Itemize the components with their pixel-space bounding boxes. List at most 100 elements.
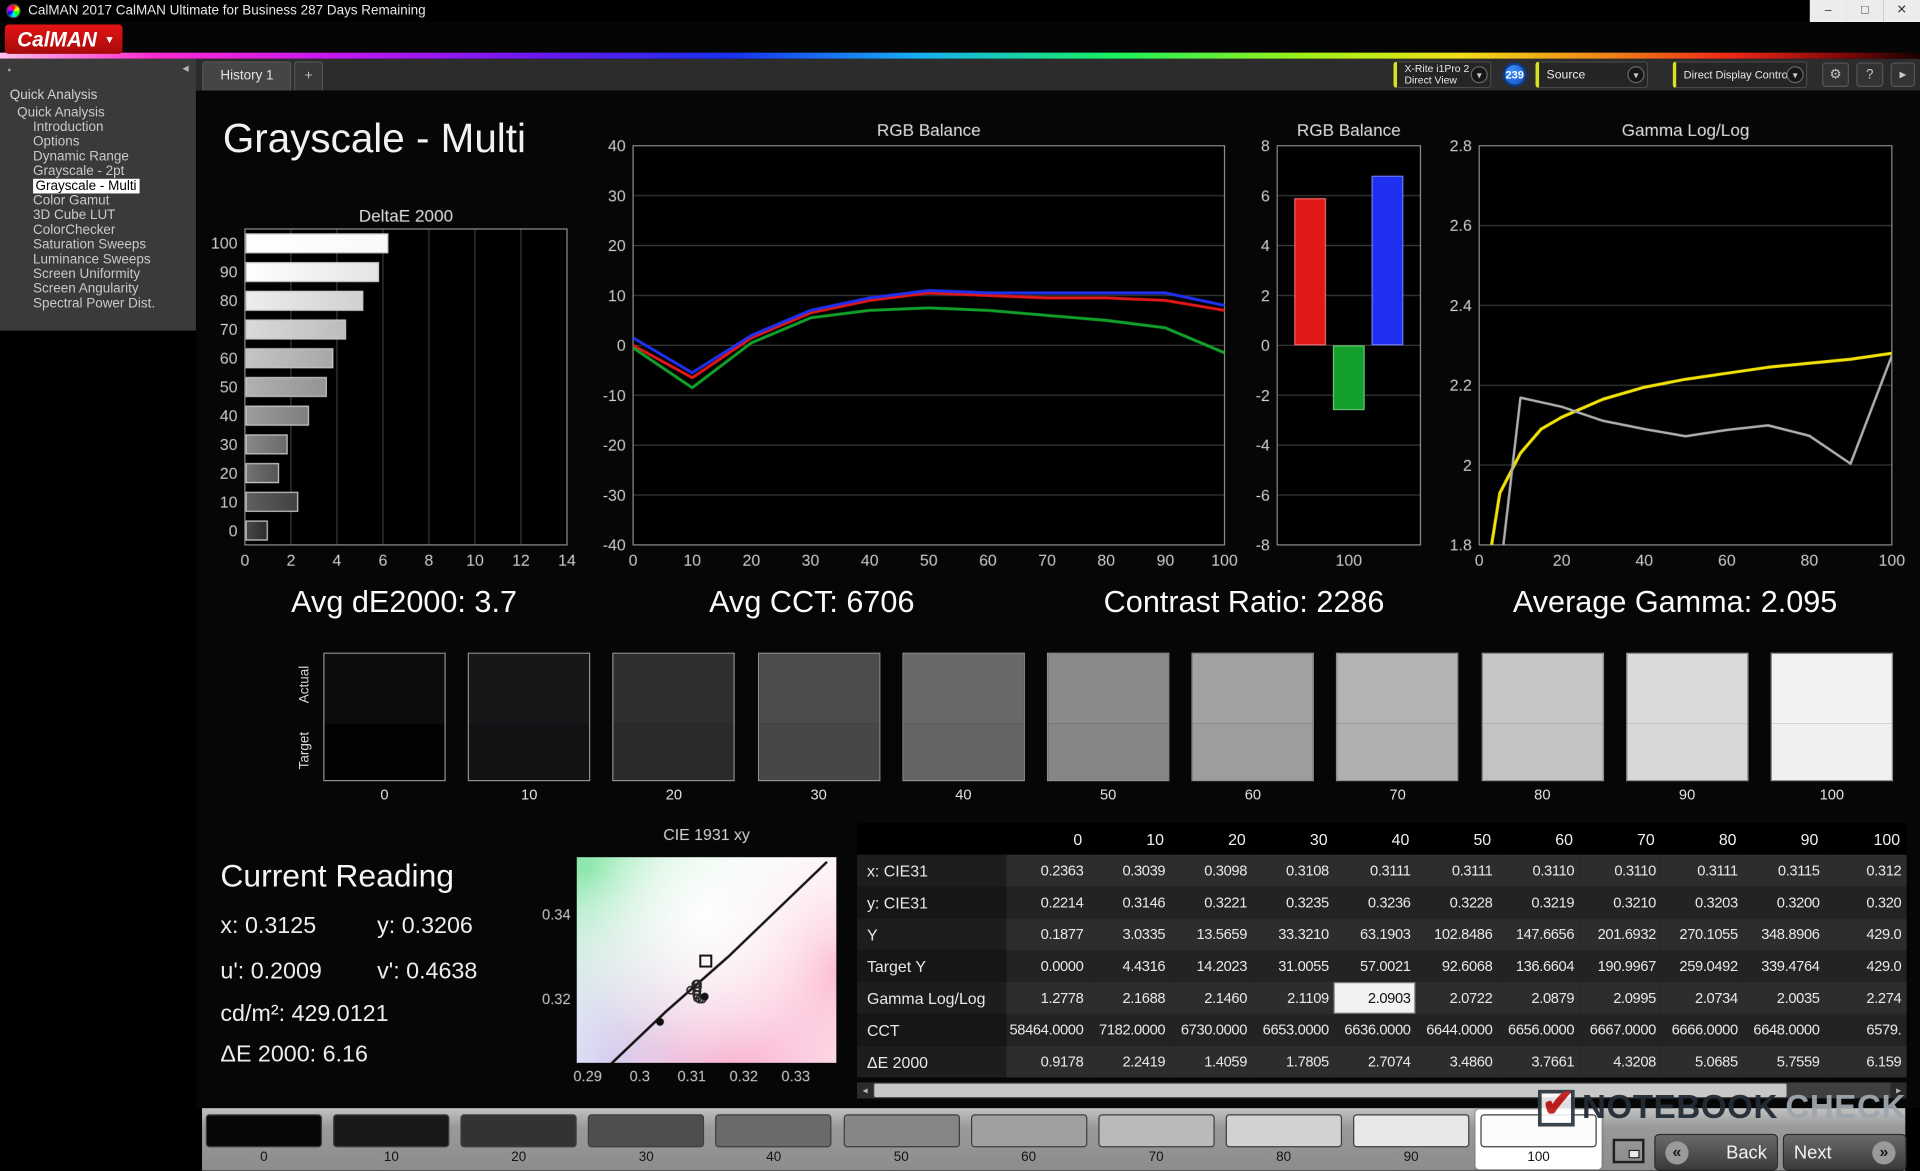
- table-cell[interactable]: 2.274: [1824, 982, 1907, 1014]
- table-cell[interactable]: 259.0492: [1660, 950, 1743, 983]
- pattern-window-icon[interactable]: [1612, 1138, 1645, 1164]
- table-cell[interactable]: 6579.: [1824, 1013, 1907, 1046]
- add-tab-button[interactable]: +: [293, 61, 324, 91]
- table-cell[interactable]: 0.3110: [1579, 854, 1661, 887]
- table-cell[interactable]: 6667.0000: [1579, 1013, 1661, 1046]
- more-icon[interactable]: ▸: [1890, 62, 1916, 87]
- table-cell[interactable]: 6648.0000: [1742, 1013, 1825, 1046]
- table-cell[interactable]: 0.3210: [1579, 886, 1661, 919]
- table-cell[interactable]: 2.0879: [1497, 982, 1580, 1014]
- close-icon[interactable]: ✕: [1883, 0, 1920, 23]
- table-cell[interactable]: 31.0055: [1251, 950, 1334, 983]
- table-cell[interactable]: 2.1688: [1088, 982, 1171, 1014]
- table-cell[interactable]: 0.312: [1824, 854, 1907, 887]
- table-cell[interactable]: 0.3221: [1170, 886, 1252, 919]
- table-cell[interactable]: 0.3098: [1170, 854, 1252, 887]
- minimize-icon[interactable]: –: [1809, 0, 1847, 23]
- back-button[interactable]: « Back: [1654, 1133, 1778, 1171]
- table-cell[interactable]: 147.6656: [1497, 918, 1580, 951]
- table-cell[interactable]: 0.3235: [1251, 886, 1334, 919]
- table-cell[interactable]: 0.320: [1824, 886, 1907, 919]
- table-cell[interactable]: 0.3146: [1088, 886, 1171, 919]
- sidebar-item-grayscale-multi[interactable]: Grayscale - Multi: [0, 178, 196, 194]
- table-cell[interactable]: 0.3110: [1497, 854, 1580, 887]
- sidebar-item-3d-cube-lut[interactable]: 3D Cube LUT: [0, 208, 196, 223]
- table-cell[interactable]: 6730.0000: [1170, 1013, 1252, 1046]
- table-cell[interactable]: 4.4316: [1088, 950, 1171, 983]
- table-cell[interactable]: 3.4860: [1415, 1045, 1498, 1078]
- table-cell[interactable]: 2.0903: [1333, 982, 1416, 1014]
- table-cell[interactable]: 0.2214: [1006, 886, 1089, 919]
- table-cell[interactable]: 2.0995: [1579, 982, 1661, 1014]
- table-cell[interactable]: 136.6604: [1497, 950, 1580, 983]
- table-cell[interactable]: 270.1055: [1660, 918, 1743, 951]
- table-cell[interactable]: 0.3111: [1660, 854, 1743, 887]
- table-cell[interactable]: 63.1903: [1333, 918, 1416, 951]
- table-cell[interactable]: 14.2023: [1170, 950, 1252, 983]
- sidebar-item-saturation-sweeps[interactable]: Saturation Sweeps: [0, 238, 196, 253]
- table-cell[interactable]: 201.6932: [1579, 918, 1661, 951]
- table-cell[interactable]: 339.4764: [1742, 950, 1825, 983]
- sidebar-item-luminance-sweeps[interactable]: Luminance Sweeps: [0, 252, 196, 267]
- table-cell[interactable]: 1.2778: [1006, 982, 1089, 1014]
- settings-gear-icon[interactable]: ⚙: [1822, 62, 1849, 87]
- level-patch-80[interactable]: [1225, 1114, 1342, 1148]
- table-cell[interactable]: 0.3115: [1742, 854, 1825, 887]
- table-cell[interactable]: 2.0734: [1660, 982, 1743, 1014]
- maximize-icon[interactable]: □: [1846, 0, 1884, 23]
- table-cell[interactable]: 2.0035: [1742, 982, 1825, 1014]
- table-cell[interactable]: 2.0722: [1415, 982, 1498, 1014]
- table-cell[interactable]: 1.7805: [1251, 1045, 1334, 1078]
- table-cell[interactable]: 0.0000: [1006, 950, 1089, 983]
- source-dropdown[interactable]: Source ▾: [1535, 61, 1649, 89]
- level-patch-40[interactable]: [715, 1114, 832, 1148]
- level-patch-90[interactable]: [1352, 1114, 1470, 1148]
- sidebar-item-grayscale-2pt[interactable]: Grayscale - 2pt: [0, 164, 196, 179]
- sidebar-item-colorchecker[interactable]: ColorChecker: [0, 223, 196, 238]
- table-cell[interactable]: 102.8486: [1415, 918, 1498, 951]
- table-cell[interactable]: 6666.0000: [1660, 1013, 1743, 1046]
- table-cell[interactable]: 0.3108: [1251, 854, 1334, 887]
- sidebar-item-introduction[interactable]: Introduction: [0, 120, 196, 135]
- next-button[interactable]: Next »: [1782, 1133, 1907, 1171]
- table-cell[interactable]: 92.6068: [1415, 950, 1498, 983]
- table-cell[interactable]: 1.4059: [1170, 1045, 1252, 1078]
- level-patch-60[interactable]: [970, 1114, 1087, 1148]
- tab-history-1[interactable]: History 1: [202, 61, 292, 91]
- sidebar-item-spectral-power-dist[interactable]: Spectral Power Dist.: [0, 296, 196, 311]
- level-patch-30[interactable]: [588, 1114, 705, 1148]
- table-cell[interactable]: 190.9967: [1579, 950, 1661, 983]
- table-cell[interactable]: 4.3208: [1579, 1045, 1661, 1078]
- table-cell[interactable]: 429.0: [1824, 918, 1907, 951]
- table-cell[interactable]: 13.5659: [1170, 918, 1252, 951]
- sidebar-root-quick-analysis[interactable]: Quick Analysis: [0, 105, 196, 120]
- table-cell[interactable]: 429.0: [1824, 950, 1907, 983]
- table-cell[interactable]: 3.0335: [1088, 918, 1171, 951]
- table-cell[interactable]: 33.3210: [1251, 918, 1334, 951]
- table-cell[interactable]: 5.7559: [1742, 1045, 1825, 1078]
- level-patch-50[interactable]: [843, 1114, 960, 1148]
- table-cell[interactable]: 0.3039: [1088, 854, 1171, 887]
- table-cell[interactable]: 0.1877: [1006, 918, 1089, 951]
- sidebar-item-options[interactable]: Options: [0, 135, 196, 150]
- display-control-dropdown[interactable]: Direct Display Control ▾: [1672, 61, 1808, 89]
- scroll-left-icon[interactable]: ◂: [857, 1082, 874, 1099]
- meter-dropdown[interactable]: X-Rite i1Pro 2 Direct View ▾: [1393, 61, 1492, 89]
- level-patch-70[interactable]: [1097, 1114, 1215, 1148]
- table-cell[interactable]: 6.159: [1824, 1045, 1907, 1078]
- sidebar-item-screen-uniformity[interactable]: Screen Uniformity: [0, 267, 196, 282]
- sidebar-item-screen-angularity[interactable]: Screen Angularity: [0, 282, 196, 297]
- table-cell[interactable]: 0.3200: [1742, 886, 1825, 919]
- table-cell[interactable]: 0.3236: [1333, 886, 1416, 919]
- table-cell[interactable]: 0.3203: [1660, 886, 1743, 919]
- level-patch-0[interactable]: [205, 1114, 323, 1148]
- table-cell[interactable]: 0.3111: [1415, 854, 1498, 887]
- calman-menu-button[interactable]: CalMAN ▾: [4, 24, 123, 54]
- table-cell[interactable]: 6656.0000: [1497, 1013, 1580, 1046]
- level-patch-10[interactable]: [333, 1114, 450, 1148]
- table-cell[interactable]: 0.3111: [1333, 854, 1416, 887]
- table-cell[interactable]: 0.9178: [1006, 1045, 1089, 1078]
- sidebar-item-dynamic-range[interactable]: Dynamic Range: [0, 149, 196, 164]
- table-cell[interactable]: 0.3219: [1497, 886, 1580, 919]
- collapse-sidebar-icon[interactable]: ◂: [182, 62, 188, 75]
